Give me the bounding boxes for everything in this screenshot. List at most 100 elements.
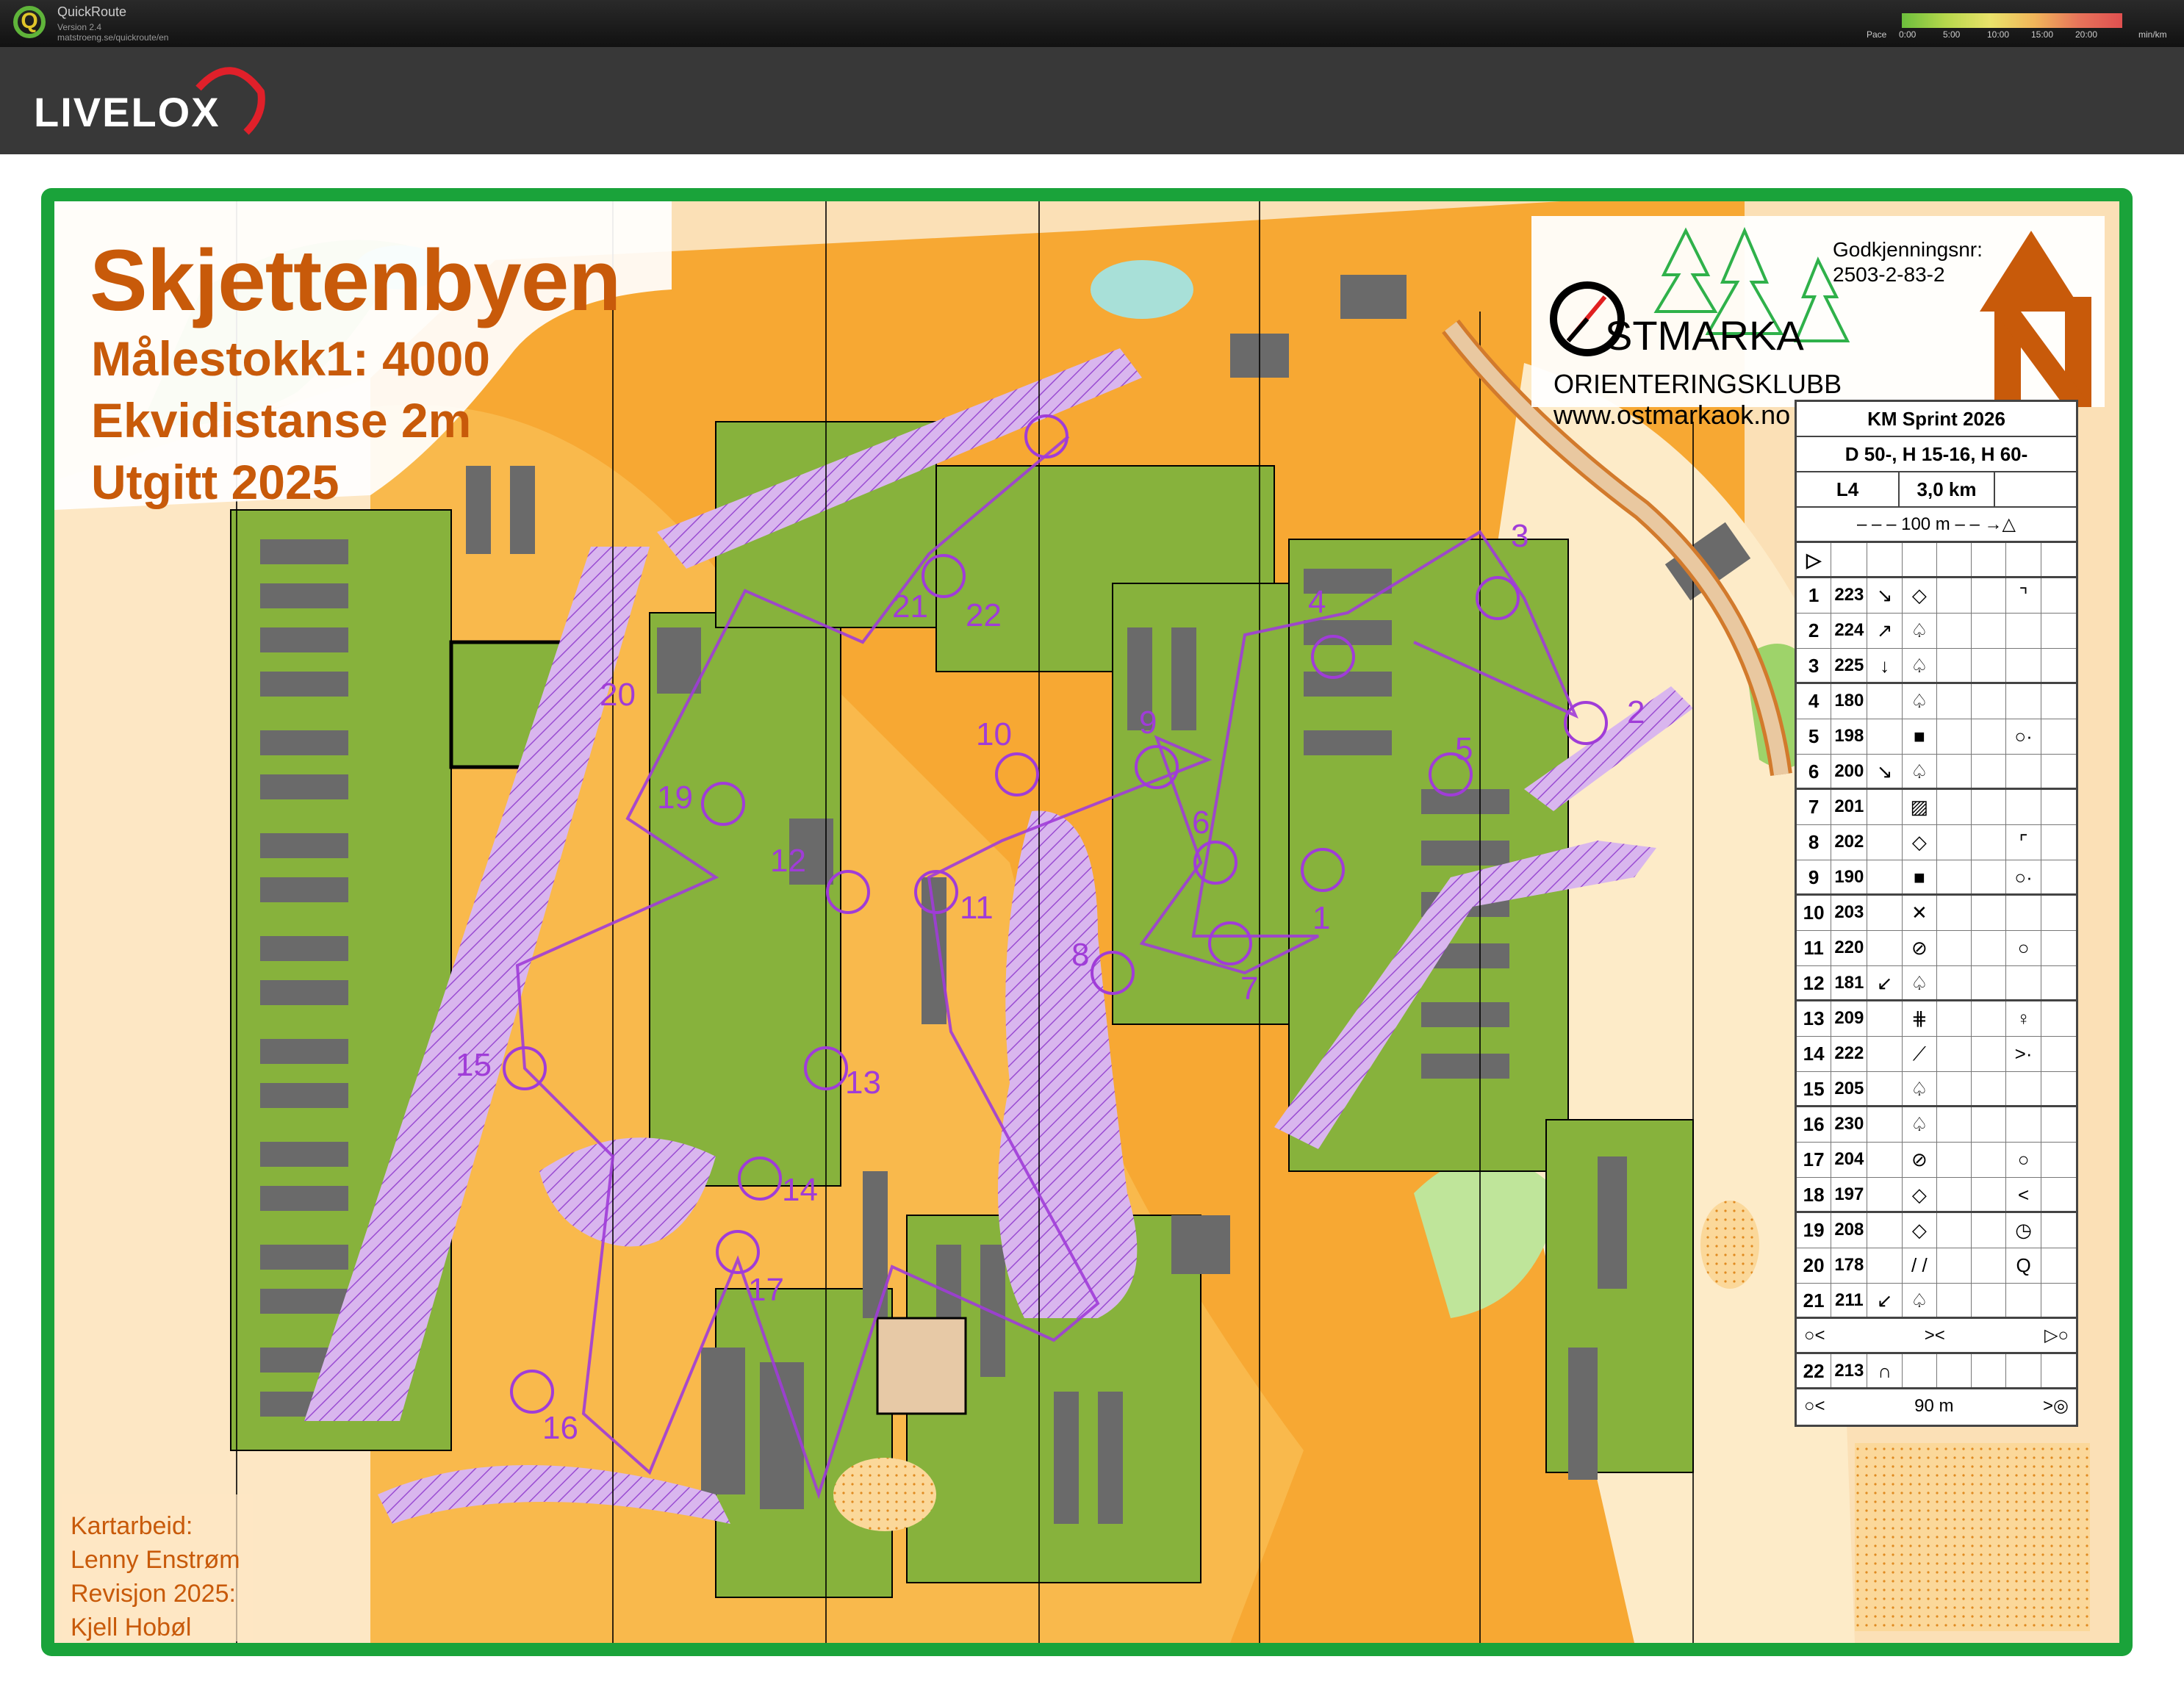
empty-cell <box>1937 896 1972 930</box>
empty-cell <box>2041 825 2076 860</box>
empty-cell <box>1972 1143 2007 1177</box>
control-code-cell: 178 <box>1831 1248 1868 1283</box>
legend-distance: 100 m <box>1901 514 1950 534</box>
pace-unit: min/km <box>2138 29 2167 40</box>
empty-cell <box>1972 649 2007 682</box>
direction-cell <box>1867 1143 1903 1177</box>
location-symbol <box>2006 966 2041 999</box>
direction-cell <box>1867 1072 1903 1105</box>
control-number: 19 <box>657 780 693 816</box>
direction-cell <box>1867 1178 1903 1211</box>
control-number-cell: 18 <box>1797 1178 1832 1211</box>
pace-tick: 0:00 <box>1899 29 1917 40</box>
empty-cell <box>1937 790 1972 824</box>
empty-cell <box>2041 1001 2076 1036</box>
start-legend: – – – 100 m – – →△ <box>1797 508 2076 543</box>
control-code-cell: 202 <box>1831 825 1868 860</box>
feature-symbol: ∩ <box>1867 1354 1903 1387</box>
empty-cell <box>1972 1213 2007 1248</box>
livelox-header: LIVELOX <box>0 47 2184 154</box>
direction-cell: ↙ <box>1867 966 1903 999</box>
orienteering-map[interactable]: 1 2 3 4 5 6 7 8 9 10 11 12 13 14 15 16 1… <box>41 188 2133 1656</box>
control-number: 14 <box>782 1172 818 1208</box>
empty-cell <box>1937 719 1972 754</box>
control-number-cell: 1 <box>1797 578 1832 613</box>
feature-symbol: ◇ <box>1903 1213 1937 1248</box>
feature-symbol: ♤ <box>1903 966 1937 999</box>
control-number: 22 <box>966 597 1002 633</box>
control-row: 4 180 ♤ <box>1797 684 2076 719</box>
feature-symbol: ♤ <box>1903 755 1937 788</box>
control-number-cell: 5 <box>1797 719 1832 754</box>
empty-cell <box>1937 1213 1972 1248</box>
pace-tick: 10:00 <box>1987 29 2010 40</box>
control-number-cell: 2 <box>1797 614 1832 648</box>
feature-symbol: ♤ <box>1903 1072 1937 1105</box>
control-code-cell: 201 <box>1831 790 1868 824</box>
direction-cell: ↗ <box>1867 614 1903 648</box>
control-number: 10 <box>976 716 1012 752</box>
control-number: 6 <box>1192 805 1210 841</box>
feature-symbol: ◇ <box>1903 825 1937 860</box>
location-symbol <box>2006 790 2041 824</box>
empty-cell <box>2041 966 2076 999</box>
arrow-to-start-icon: – – →△ <box>1955 514 2016 534</box>
empty-cell <box>1937 1143 1972 1177</box>
location-symbol <box>2006 684 2041 719</box>
approval-label: Godkjenningsnr: <box>1833 238 1983 261</box>
credit-line: Lenny Enstrøm <box>71 1546 240 1574</box>
empty-cell <box>2041 860 2076 893</box>
livelox-swoosh-icon <box>195 67 265 135</box>
location-symbol <box>2006 649 2041 682</box>
location-symbol: < <box>2006 1178 2041 1211</box>
direction-cell <box>1867 790 1903 824</box>
direction-cell <box>1867 860 1903 893</box>
control-row: 9 190 ■ ○· <box>1797 860 2076 896</box>
location-symbol <box>2006 1284 2041 1317</box>
empty-cell <box>2041 790 2076 824</box>
location-symbol <box>2006 896 2041 930</box>
empty-cell <box>2041 931 2076 965</box>
control-row: 1 223 ↘ ◇ ⌝ <box>1797 578 2076 614</box>
direction-cell: ↓ <box>1867 649 1903 682</box>
location-symbol <box>2006 1107 2041 1142</box>
feature-symbol: ✕ <box>1903 896 1937 930</box>
control-row: 2 224 ↗ ♤ <box>1797 614 2076 649</box>
empty-cell <box>2041 896 2076 930</box>
empty-cell <box>2041 578 2076 613</box>
empty-cell <box>1937 931 1972 965</box>
app-title: QuickRoute <box>57 4 127 19</box>
control-row: 3 225 ↓ ♤ <box>1797 649 2076 684</box>
empty-cell <box>1937 1178 1972 1211</box>
route-narrowing-icon: >< <box>1924 1325 1945 1345</box>
control-row: 20 178 / / Q <box>1797 1248 2076 1284</box>
control-number-cell: 21 <box>1797 1284 1832 1317</box>
control-row: 6 200 ↘ ♤ <box>1797 755 2076 790</box>
empty-cell <box>2041 1213 2076 1248</box>
course-length: 3,0 km <box>1900 472 1995 506</box>
empty-cell <box>2041 1072 2076 1105</box>
empty-cell <box>1972 860 2007 893</box>
direction-cell <box>1867 684 1903 719</box>
course-info-row: L4 3,0 km <box>1797 472 2076 508</box>
location-symbol: ○ <box>2006 1143 2041 1177</box>
feature-symbol: ♤ <box>1903 614 1937 648</box>
control-number: 1 <box>1312 900 1330 936</box>
control-number: 12 <box>770 843 806 879</box>
direction-cell: ↘ <box>1867 578 1903 613</box>
map-contour-interval: Ekvidistanse 2m <box>91 393 472 447</box>
control-row: 10 203 ✕ <box>1797 896 2076 931</box>
feature-symbol: ■ <box>1903 719 1937 754</box>
feature-symbol: ♤ <box>1903 1284 1937 1317</box>
empty-cell <box>1972 719 2007 754</box>
control-number-cell: 19 <box>1797 1213 1832 1248</box>
empty-cell <box>2041 614 2076 648</box>
control-number-cell: 7 <box>1797 790 1832 824</box>
control-row: 8 202 ◇ ⌜ <box>1797 825 2076 860</box>
club-full-name: ORIENTERINGSKLUBB <box>1553 369 1842 399</box>
credit-line: Kartarbeid: <box>71 1512 193 1540</box>
location-symbol: Q <box>2006 1248 2041 1283</box>
control-code-cell: 203 <box>1831 896 1868 930</box>
empty-cell <box>2041 719 2076 754</box>
empty-cell <box>2041 1284 2076 1317</box>
